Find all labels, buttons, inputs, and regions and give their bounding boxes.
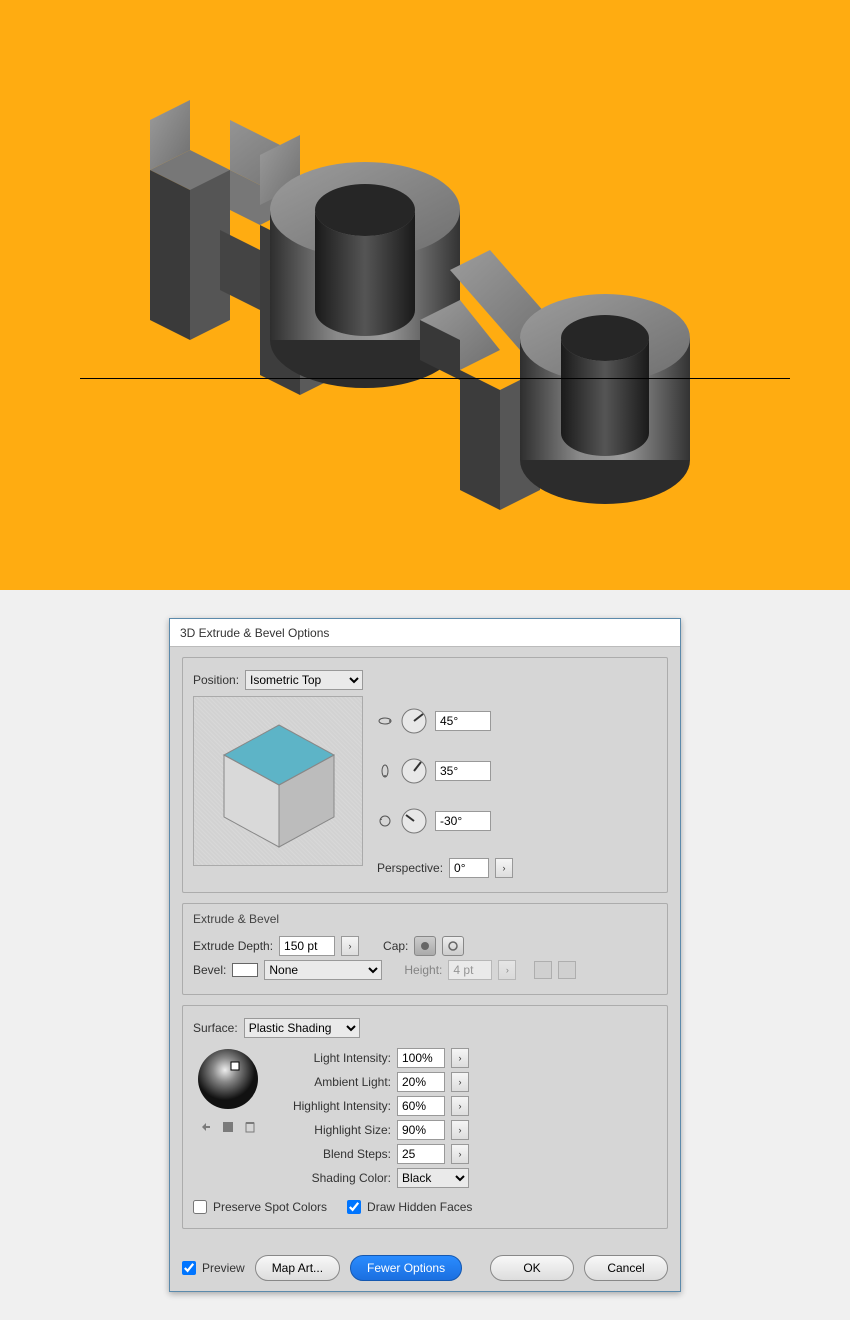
highlight-intensity-label: Highlight Intensity:: [281, 1099, 391, 1113]
hi-intensity-stepper[interactable]: ›: [451, 1096, 469, 1116]
cap-off-button[interactable]: [442, 936, 464, 956]
cap-label: Cap:: [383, 939, 408, 953]
position-label: Position:: [193, 673, 239, 687]
extrude-depth-input[interactable]: [279, 936, 335, 956]
highlight-size-input[interactable]: [397, 1120, 445, 1140]
cap-on-button[interactable]: [414, 936, 436, 956]
perspective-stepper[interactable]: ›: [495, 858, 513, 878]
artboard: [0, 0, 850, 590]
surface-label: Surface:: [193, 1021, 238, 1035]
rotate-x-icon: [377, 713, 393, 729]
ambient-light-input[interactable]: [397, 1072, 445, 1092]
hoyo-3d-text: [0, 0, 850, 590]
blend-stepper[interactable]: ›: [451, 1144, 469, 1164]
z-dial[interactable]: [399, 806, 429, 836]
ambient-light-label: Ambient Light:: [281, 1075, 391, 1089]
preserve-spot-label: Preserve Spot Colors: [213, 1200, 327, 1214]
x-dial[interactable]: [399, 706, 429, 736]
perspective-input[interactable]: [449, 858, 489, 878]
draw-hidden-label: Draw Hidden Faces: [367, 1200, 472, 1214]
blend-steps-label: Blend Steps:: [281, 1147, 391, 1161]
dialog-footer: Preview Map Art... Fewer Options OK Canc…: [170, 1245, 680, 1291]
hi-size-stepper[interactable]: ›: [451, 1120, 469, 1140]
delete-light-icon[interactable]: [243, 1120, 257, 1134]
rotation-cube-preview[interactable]: [193, 696, 363, 866]
highlight-intensity-input[interactable]: [397, 1096, 445, 1116]
surface-select[interactable]: Plastic Shading: [244, 1018, 360, 1038]
position-select[interactable]: Isometric Top: [245, 670, 363, 690]
bevel-select[interactable]: None: [264, 960, 382, 980]
new-light-icon[interactable]: [221, 1120, 235, 1134]
extrude-section-label: Extrude & Bevel: [193, 912, 279, 926]
z-rotation-input[interactable]: [435, 811, 491, 831]
preview-checkbox[interactable]: Preview: [182, 1261, 245, 1275]
bevel-label: Bevel:: [193, 963, 226, 977]
dialog-title: 3D Extrude & Bevel Options: [170, 619, 680, 647]
bevel-height-input: [448, 960, 492, 980]
draw-hidden-checkbox[interactable]: Draw Hidden Faces: [347, 1200, 472, 1214]
shading-color-label: Shading Color:: [281, 1171, 391, 1185]
extrude-bevel-dialog: 3D Extrude & Bevel Options Position: Iso…: [169, 618, 681, 1292]
bevel-height-stepper: ›: [498, 960, 516, 980]
map-art-button[interactable]: Map Art...: [255, 1255, 340, 1281]
x-rotation-input[interactable]: [435, 711, 491, 731]
y-dial[interactable]: [399, 756, 429, 786]
y-rotation-input[interactable]: [435, 761, 491, 781]
ambient-stepper[interactable]: ›: [451, 1072, 469, 1092]
highlight-size-label: Highlight Size:: [281, 1123, 391, 1137]
extrude-depth-label: Extrude Depth:: [193, 939, 273, 953]
ok-button[interactable]: OK: [490, 1255, 574, 1281]
move-light-back-icon[interactable]: [199, 1120, 213, 1134]
blend-steps-input[interactable]: [397, 1144, 445, 1164]
shading-color-select[interactable]: Black: [397, 1168, 469, 1188]
light-intensity-stepper[interactable]: ›: [451, 1048, 469, 1068]
surface-group: Surface: Plastic Shading: [182, 1005, 668, 1229]
light-intensity-label: Light Intensity:: [281, 1051, 391, 1065]
rotate-y-icon: [377, 763, 393, 779]
extrude-bevel-group: Extrude & Bevel Extrude Depth: › Cap: Be…: [182, 903, 668, 995]
dialog-backdrop: 3D Extrude & Bevel Options Position: Iso…: [0, 590, 850, 1320]
preview-label: Preview: [202, 1261, 245, 1275]
bevel-swatch: [232, 963, 258, 977]
bevel-extent-out-button: [558, 961, 576, 979]
light-sphere-preview[interactable]: [193, 1044, 263, 1114]
light-intensity-input[interactable]: [397, 1048, 445, 1068]
perspective-label: Perspective:: [377, 861, 443, 875]
fewer-options-button[interactable]: Fewer Options: [350, 1255, 462, 1281]
horizontal-guide: [80, 378, 790, 379]
bevel-height-label: Height:: [404, 963, 442, 977]
preserve-spot-checkbox[interactable]: Preserve Spot Colors: [193, 1200, 327, 1214]
depth-stepper[interactable]: ›: [341, 936, 359, 956]
position-group: Position: Isometric Top: [182, 657, 668, 893]
bevel-extent-in-button: [534, 961, 552, 979]
cancel-button[interactable]: Cancel: [584, 1255, 668, 1281]
rotate-z-icon: [377, 813, 393, 829]
artboard-area: [0, 0, 850, 590]
